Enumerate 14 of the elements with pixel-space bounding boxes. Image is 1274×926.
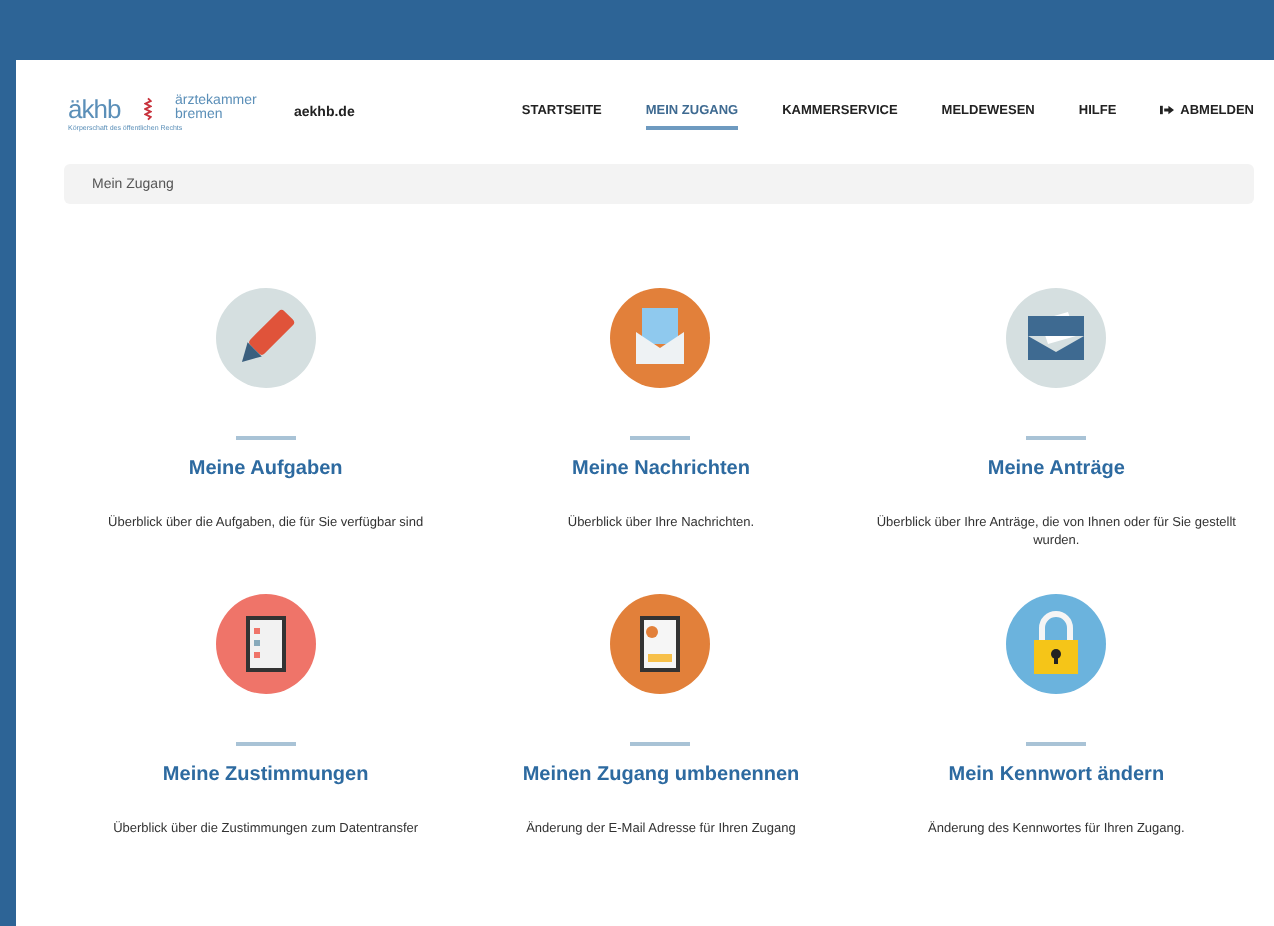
logo-mark: äkhb — [68, 93, 123, 123]
tile-title[interactable]: Meine Anträge — [987, 458, 1125, 480]
tile-title[interactable]: Meinen Zugang umbenennen — [522, 764, 800, 786]
mail-icon[interactable] — [610, 288, 711, 388]
tray-icon[interactable] — [1006, 288, 1107, 388]
tile-title[interactable]: Meine Aufgaben — [188, 458, 343, 480]
logo-wave-icon — [143, 95, 152, 121]
checklist-icon[interactable] — [215, 594, 316, 694]
tile-title[interactable]: Mein Kennwort ändern — [948, 764, 1165, 786]
logout-icon — [1160, 104, 1175, 116]
tile-title[interactable]: Meine Nachrichten — [572, 458, 750, 480]
clipboard-icon[interactable] — [610, 594, 711, 694]
pencil-icon[interactable] — [215, 288, 316, 388]
tile-title[interactable]: Meine Zustimmungen — [162, 764, 369, 786]
